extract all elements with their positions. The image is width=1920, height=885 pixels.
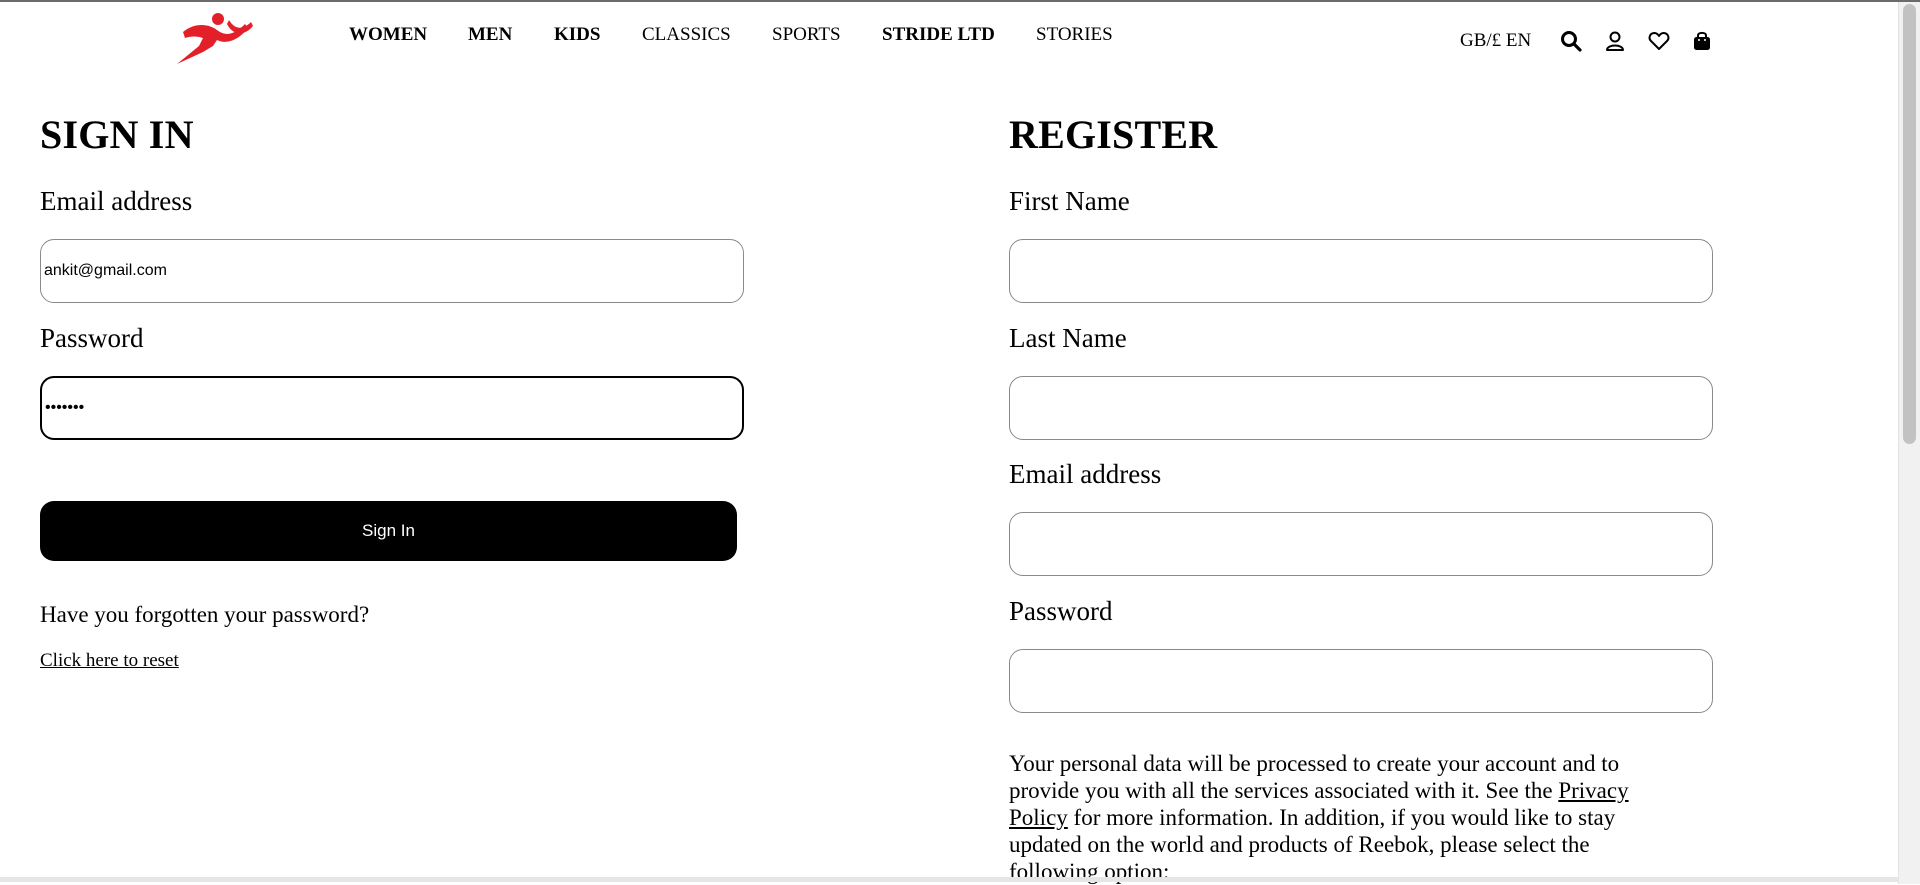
forgot-password-text: Have you forgotten your password? [40,602,370,627]
nav-item-women[interactable]: WOMEN [349,24,427,46]
nav-item-classics[interactable]: CLASSICS [642,24,731,46]
privacy-text-1: Your personal data will be processed to … [1009,751,1620,803]
register-email-label: Email address [1009,459,1162,489]
register-password-label: Password [1009,596,1113,626]
search-icon[interactable] [1559,29,1583,53]
signin-email-label: Email address [40,186,193,216]
locale-selector[interactable]: GB/£ EN [1460,30,1531,52]
nav-item-men[interactable]: MEN [468,24,512,46]
user-icon[interactable] [1603,29,1627,53]
vertical-scrollbar[interactable] [1898,2,1920,884]
heart-icon[interactable] [1647,29,1671,53]
signin-password-label: Password [40,323,144,353]
register-first-name-input[interactable] [1009,239,1713,303]
register-email-input[interactable] [1009,512,1713,576]
register-last-name-label: Last Name [1009,323,1127,353]
nav-item-stride-ltd[interactable]: STRIDE LTD [882,24,995,46]
scrollbar-thumb[interactable] [1903,4,1916,444]
register-first-name-label: First Name [1009,186,1130,216]
register-last-name-input[interactable] [1009,376,1713,440]
bag-icon[interactable] [1690,29,1714,53]
privacy-text-2: for more information. In addition, if yo… [1009,805,1616,884]
nav-item-stories[interactable]: STORIES [1036,24,1113,46]
runner-logo-icon[interactable] [173,10,255,64]
nav-item-sports[interactable]: SPORTS [772,24,841,46]
register-title: REGISTER [1009,112,1218,157]
privacy-notice: Your personal data will be processed to … [1009,750,1669,885]
signin-email-input[interactable] [40,239,744,303]
reset-password-link[interactable]: Click here to reset [40,650,179,672]
signin-title: SIGN IN [40,112,194,157]
signin-button[interactable]: Sign In [40,501,737,561]
signin-password-input[interactable] [40,376,744,440]
register-password-input[interactable] [1009,649,1713,713]
horizontal-scrollbar[interactable] [0,877,1899,882]
nav-item-kids[interactable]: KIDS [554,24,600,46]
